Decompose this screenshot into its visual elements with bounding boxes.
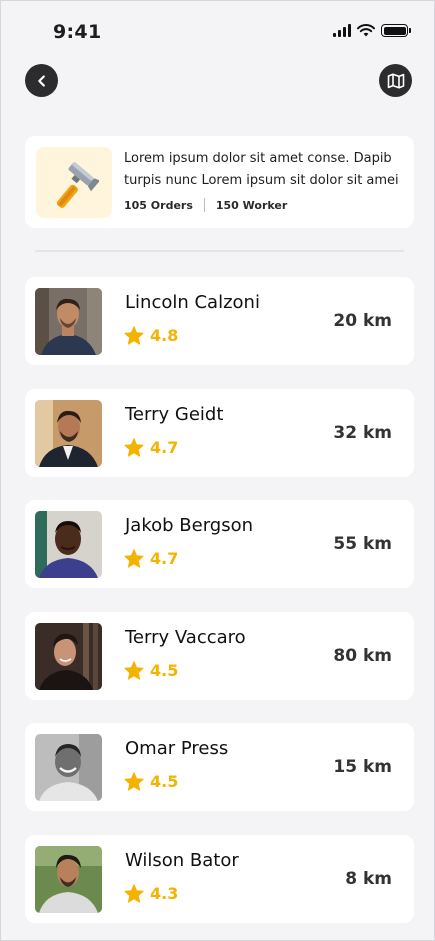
avatar — [35, 845, 102, 913]
category-card[interactable]: Lorem ipsum dolor sit amet conse. Dapib … — [25, 136, 414, 228]
back-button[interactable] — [25, 64, 58, 97]
avatar — [35, 399, 102, 467]
status-bar: 9:41 — [1, 1, 434, 57]
map-icon — [387, 72, 404, 89]
worker-card[interactable]: Wilson Bator 4.3 8 km — [25, 834, 414, 923]
worker-rating: 4.5 — [124, 661, 178, 680]
worker-card[interactable]: Jakob Bergson 4.7 55 km — [25, 500, 414, 589]
rating-value: 4.3 — [150, 883, 179, 903]
section-divider — [35, 250, 404, 252]
worker-rating: 4.8 — [124, 326, 178, 345]
worker-list: Lincoln Calzoni 4.8 20 km Terry Geidt 4.… — [25, 277, 414, 941]
chevron-left-icon — [37, 74, 45, 87]
star-icon — [124, 661, 144, 680]
rating-value: 4.5 — [150, 660, 179, 680]
workers-count: 150 Worker — [215, 198, 288, 212]
rating-value: 4.8 — [150, 326, 179, 345]
rating-value: 4.7 — [150, 437, 179, 457]
status-time: 9:41 — [53, 21, 102, 43]
avatar — [35, 622, 102, 690]
stats-divider — [203, 198, 205, 212]
worker-rating: 4.5 — [124, 772, 178, 791]
worker-name: Terry Geidt — [125, 403, 224, 425]
orders-count: 105 Orders — [124, 198, 193, 212]
worker-card[interactable]: Lincoln Calzoni 4.8 20 km — [25, 277, 414, 365]
worker-distance: 15 km — [333, 757, 392, 778]
worker-name: Wilson Bator — [125, 849, 239, 871]
worker-distance: 20 km — [333, 311, 392, 331]
map-button[interactable] — [379, 64, 412, 97]
worker-rating: 4.3 — [124, 884, 178, 903]
worker-distance: 8 km — [345, 868, 392, 889]
avatar — [35, 511, 102, 579]
hammer-icon — [56, 161, 99, 208]
star-icon — [124, 326, 144, 345]
star-icon — [124, 549, 144, 568]
worker-name: Terry Vaccaro — [125, 626, 246, 648]
star-icon — [124, 772, 144, 791]
rating-value: 4.5 — [150, 772, 179, 792]
star-icon — [124, 884, 144, 903]
worker-distance: 55 km — [333, 534, 392, 555]
avatar — [35, 734, 102, 802]
worker-distance: 80 km — [333, 645, 392, 666]
rating-value: 4.7 — [150, 549, 179, 569]
status-icons — [333, 24, 411, 37]
worker-name: Omar Press — [125, 738, 229, 760]
category-thumbnail — [36, 147, 112, 218]
avatar — [35, 288, 102, 355]
worker-rating: 4.7 — [124, 438, 178, 457]
wifi-icon — [357, 24, 375, 37]
worker-name: Lincoln Calzoni — [125, 292, 260, 313]
worker-rating: 4.7 — [124, 549, 178, 568]
category-description: Lorem ipsum dolor sit amet conse. Dapib … — [124, 151, 399, 188]
signal-icon — [333, 24, 351, 37]
worker-distance: 32 km — [333, 422, 392, 443]
category-stats: 105 Orders 150 Worker — [124, 198, 287, 212]
battery-icon — [381, 24, 411, 37]
worker-card[interactable]: Terry Geidt 4.7 32 km — [25, 388, 414, 477]
star-icon — [124, 437, 144, 457]
worker-card[interactable]: Terry Vaccaro 4.5 80 km — [25, 611, 414, 700]
worker-card[interactable]: Omar Press 4.5 15 km — [25, 723, 414, 812]
worker-name: Jakob Bergson — [125, 515, 254, 537]
worker-list-screen: 9:41 Lorem ipsum dolor sit amet conse. D… — [0, 0, 435, 941]
